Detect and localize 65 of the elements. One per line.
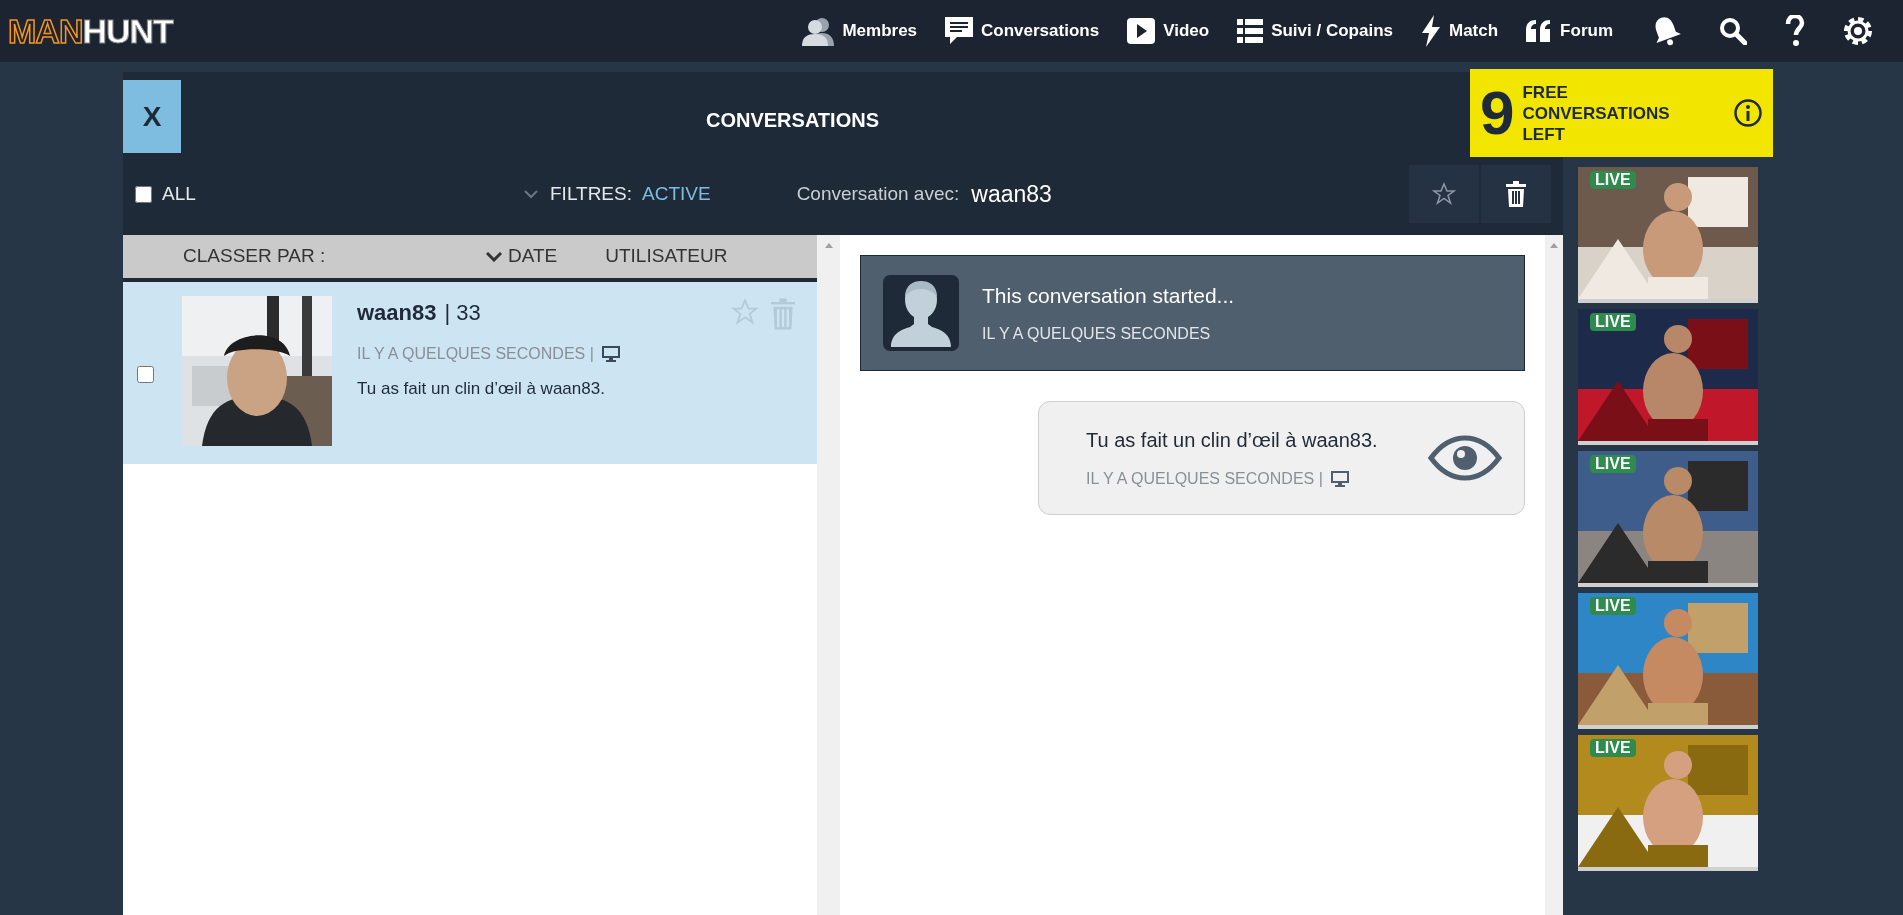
avatar-icon (883, 275, 959, 351)
live-thumbnail[interactable]: LIVE (1578, 451, 1758, 587)
star-icon[interactable] (731, 298, 759, 326)
sort-label: CLASSER PAR : (183, 244, 327, 269)
nav-link[interactable]: Suivi / Copains (1237, 18, 1393, 44)
conversation-checkbox[interactable] (137, 366, 154, 383)
members-icon (802, 16, 835, 46)
monitor-icon (601, 346, 620, 362)
play-icon (1127, 18, 1156, 44)
promo-count: 9 (1480, 82, 1515, 144)
nav-link[interactable]: Match (1421, 15, 1499, 47)
help-icon[interactable] (1785, 15, 1805, 47)
lightning-icon (1421, 15, 1441, 47)
checkbox-label: ALL (162, 181, 197, 206)
settings-icon[interactable] (1843, 16, 1873, 46)
message-time: IL Y A QUELQUES SECONDES | (357, 344, 594, 364)
conversation-username: waan83 (971, 179, 1052, 209)
eye-icon (1428, 435, 1502, 481)
message-text: Tu as fait un clin d’œil à waan83. (1086, 428, 1378, 453)
message-preview: Tu as fait un clin d’œil à waan83. (357, 378, 606, 400)
scrollbar[interactable] (1545, 235, 1563, 915)
nav-link[interactable]: Forum (1526, 18, 1613, 44)
filter-label: FILTRES: (550, 181, 632, 206)
live-thumbnail[interactable]: LIVE (1578, 167, 1758, 303)
quote-icon (1526, 20, 1553, 42)
logo-text[interactable]: MAN (8, 14, 83, 48)
live-thumbnail[interactable]: LIVE (1578, 735, 1758, 871)
system-message-title: This conversation started... (982, 283, 1235, 310)
live-badge: LIVE (1590, 171, 1636, 189)
nav-link[interactable]: Video (1127, 18, 1210, 44)
logo-text[interactable]: HUNT (82, 14, 173, 48)
delete-button[interactable] (1481, 165, 1551, 223)
list-icon (1237, 19, 1264, 43)
star-button[interactable] (1409, 165, 1479, 223)
nav-link[interactable]: Conversations (945, 17, 1100, 45)
chevron-down-icon (486, 251, 502, 262)
live-thumbnail[interactable]: LIVE (1578, 309, 1758, 445)
promo-text: FREE CONVERSATIONS LEFT (1522, 81, 1671, 145)
live-badge: LIVE (1590, 455, 1636, 473)
monitor-icon (1330, 471, 1349, 487)
live-badge: LIVE (1590, 597, 1636, 615)
select-all-checkbox[interactable] (135, 185, 152, 203)
nav-link[interactable]: Membres (802, 16, 918, 46)
close-button[interactable]: X (123, 80, 181, 153)
conversation-label: Conversation avec: (796, 181, 960, 206)
sort-option[interactable]: UTILISATEUR (605, 242, 728, 271)
scrollbar[interactable] (817, 235, 840, 915)
message-time: IL Y A QUELQUES SECONDES | (1086, 469, 1323, 489)
scroll-up-icon[interactable] (1550, 243, 1558, 248)
trash-icon (1506, 181, 1526, 207)
page-title: CONVERSATIONS (706, 107, 879, 133)
live-badge: LIVE (1590, 739, 1636, 757)
live-badge: LIVE (1590, 313, 1636, 331)
system-message-time: IL Y A QUELQUES SECONDES (982, 323, 1212, 344)
username: waan83 (357, 299, 437, 327)
chat-icon (945, 17, 974, 45)
scroll-up-icon[interactable] (824, 243, 833, 248)
chevron-down-icon[interactable] (524, 189, 538, 199)
live-thumbnail[interactable]: LIVE (1578, 593, 1758, 729)
user-age: | 33 (444, 299, 481, 327)
search-icon[interactable] (1719, 17, 1747, 45)
info-icon[interactable] (1733, 98, 1763, 128)
filter-link[interactable]: ACTIVE (642, 179, 711, 209)
sort-option[interactable]: DATE (486, 242, 558, 271)
star-icon (1432, 182, 1456, 206)
